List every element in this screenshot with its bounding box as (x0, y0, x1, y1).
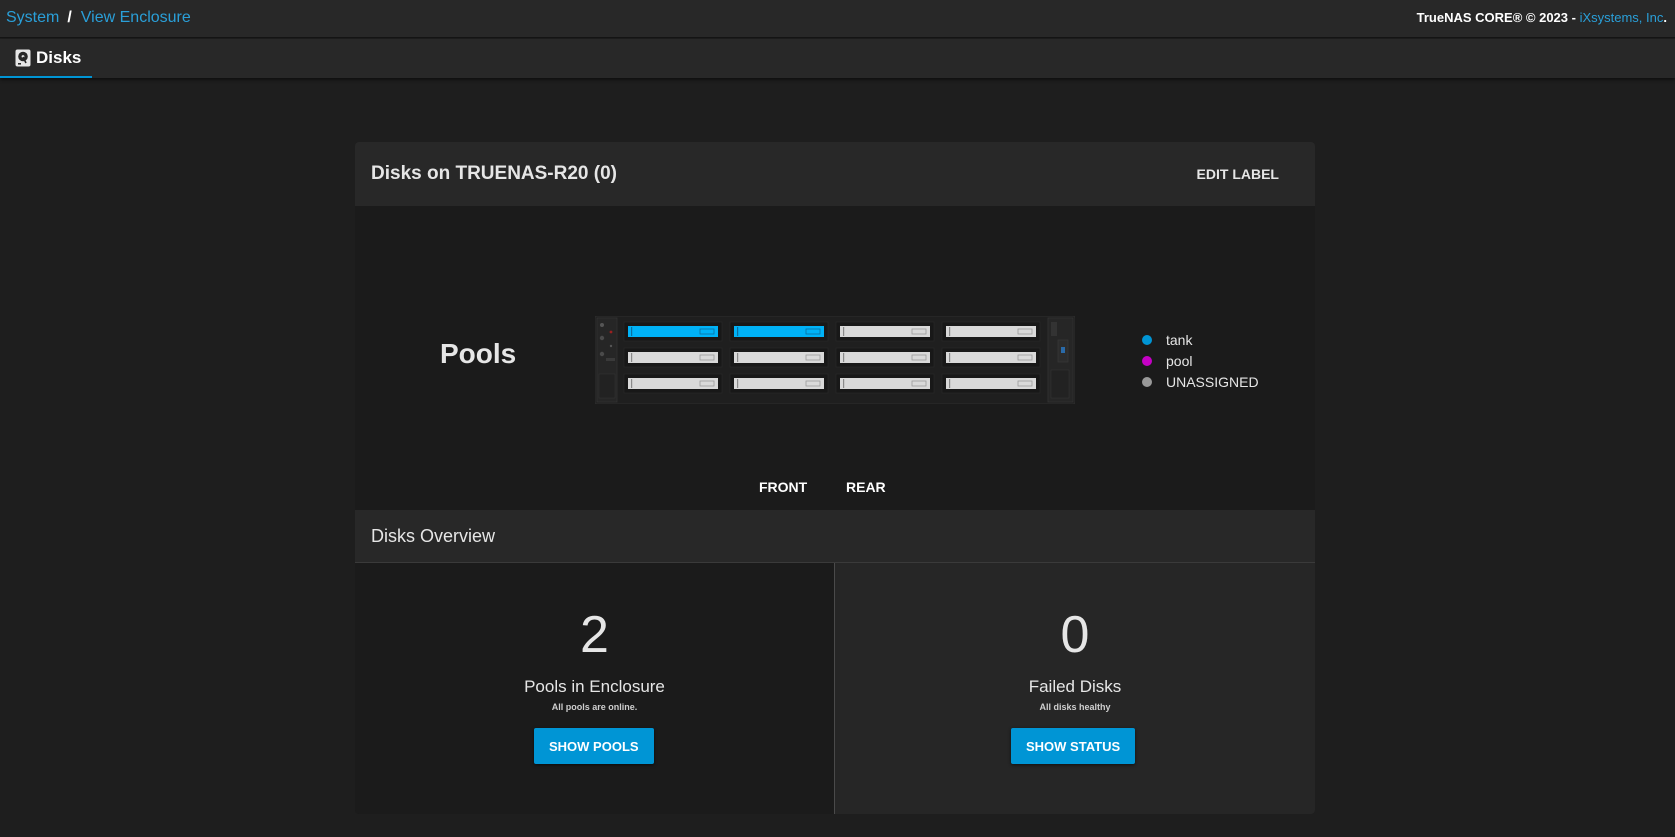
legend-dot-tank (1142, 334, 1152, 345)
rear-view-button[interactable]: REAR (846, 472, 886, 502)
front-view-button[interactable]: FRONT (759, 472, 807, 502)
failed-disks-count: 0 (1060, 606, 1090, 664)
legend-dot-pool (1142, 355, 1152, 366)
show-status-button[interactable]: SHOW STATUS (1011, 728, 1136, 764)
legend-item-pool: pool (1142, 350, 1259, 371)
disk-slot-2[interactable] (729, 321, 829, 342)
ixsystems-link[interactable]: iXsystems, Inc (1580, 10, 1664, 25)
enclosure-card-header: Disks on TRUENAS-R20 (0) EDIT LABEL (355, 142, 1315, 206)
pools-status-text: All pools are online. (551, 702, 638, 712)
legend-label-tank: tank (1166, 331, 1193, 348)
pools-heading: Pools (440, 338, 517, 369)
pool-legend: tank pool UNASSIGNED (1142, 329, 1259, 392)
disks-health-text: All disks healthy (1039, 702, 1111, 712)
hard-disk-icon (15, 49, 31, 66)
breadcrumb: System / View Enclosure (6, 9, 191, 27)
legend-item-unassigned: UNASSIGNED (1142, 371, 1259, 392)
pools-in-enclosure-label: Pools in Enclosure (524, 677, 665, 696)
copyright-text: TrueNAS CORE® © 2023 - (1416, 10, 1580, 25)
legend-label-unassigned: UNASSIGNED (1166, 373, 1259, 390)
legend-label-pool: pool (1166, 352, 1193, 369)
disk-slot-8[interactable] (941, 347, 1041, 368)
disk-slot-3[interactable] (835, 321, 935, 342)
disk-slot-4[interactable] (941, 321, 1041, 342)
failed-disks-label: Failed Disks (1028, 677, 1122, 696)
failed-disks-panel: 0 Failed Disks All disks healthy SHOW ST… (835, 563, 1315, 814)
breadcrumb-view-enclosure-link[interactable]: View Enclosure (81, 9, 191, 26)
disk-slot-7[interactable] (835, 347, 935, 368)
top-bar: System / View Enclosure TrueNAS CORE® © 20… (0, 0, 1675, 38)
tab-disks-label: Disks (36, 47, 82, 67)
disk-slot-11[interactable] (835, 373, 935, 394)
disks-overview-header: Disks Overview (355, 510, 1315, 563)
edit-label-button[interactable]: EDIT LABEL (1183, 158, 1293, 190)
legend-item-tank: tank (1142, 329, 1259, 350)
disk-slot-10[interactable] (729, 373, 829, 394)
disk-slot-5[interactable] (623, 347, 723, 368)
tab-disks[interactable]: Disks (0, 39, 92, 78)
tab-bar: Disks (0, 39, 1675, 78)
copyright-notice: TrueNAS CORE® © 2023 - iXsystems, Inc. (1417, 10, 1667, 25)
breadcrumb-system-link[interactable]: System (6, 9, 59, 26)
breadcrumb-separator: / (67, 9, 72, 26)
pools-count: 2 (580, 606, 609, 664)
disk-slot-6[interactable] (729, 347, 829, 368)
legend-dot-unassigned (1142, 376, 1152, 387)
pools-in-enclosure-panel: 2 Pools in Enclosure All pools are onlin… (355, 563, 835, 814)
enclosure-title: Disks on TRUENAS-R20 (0) (371, 163, 617, 184)
disk-slot-1[interactable] (623, 321, 723, 342)
enclosure-chassis-front (595, 316, 1075, 404)
show-pools-button[interactable]: SHOW POOLS (534, 728, 654, 764)
copyright-suffix: . (1663, 10, 1667, 25)
disks-overview-title: Disks Overview (371, 526, 496, 546)
disk-slot-12[interactable] (941, 373, 1041, 394)
enclosure-card: Disks on TRUENAS-R20 (0) EDIT LABEL Pool… (355, 142, 1315, 814)
disk-slot-9[interactable] (623, 373, 723, 394)
